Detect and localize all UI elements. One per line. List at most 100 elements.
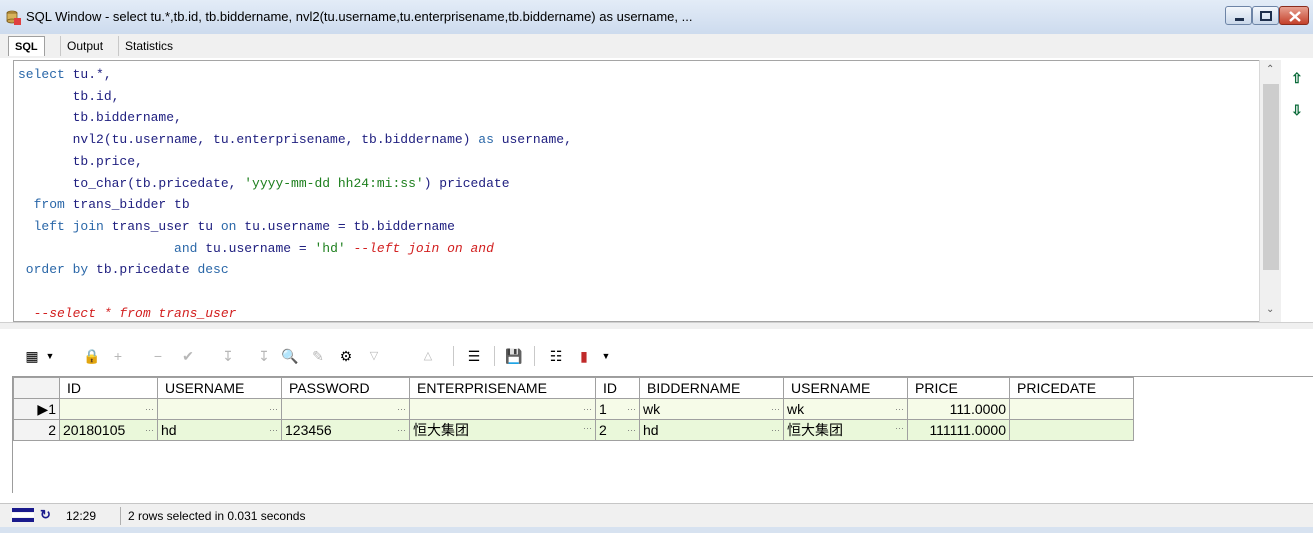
- results-toolbar: ▦ ▼ 🔒 + − ✔ ↧ ↧ 🔍 ✎ ⚙ ▽ △ ☰ 💾 ☷ ▮ ▼: [0, 338, 1313, 374]
- column-header[interactable]: PRICE: [907, 377, 1010, 399]
- column-header[interactable]: ID: [59, 377, 158, 399]
- tab-output[interactable]: Output: [60, 36, 109, 56]
- table-cell[interactable]: 123456 ···: [281, 419, 410, 441]
- column-header[interactable]: PRICEDATE: [1009, 377, 1134, 399]
- column-header[interactable]: ENTERPRISENAME: [409, 377, 596, 399]
- table-cell[interactable]: [1009, 398, 1134, 420]
- code-token: order by: [18, 262, 89, 278]
- close-button[interactable]: [1279, 6, 1309, 25]
- sql-window-icon: [6, 10, 21, 25]
- table-cell[interactable]: 111.0000: [907, 398, 1010, 420]
- minimize-icon: [1235, 18, 1244, 21]
- tab-statistics[interactable]: Statistics: [118, 36, 179, 56]
- code-line: tb.id,: [18, 88, 120, 104]
- editor-side-panel: ⇧ ⇩: [1283, 60, 1313, 322]
- code-line: tb.price,: [18, 153, 143, 169]
- toolbar-separator: [453, 346, 454, 366]
- clear-icon[interactable]: ✎: [308, 346, 328, 366]
- table-cell[interactable]: [1009, 419, 1134, 441]
- post-changes-icon[interactable]: ✔: [178, 346, 198, 366]
- column-header[interactable]: PASSWORD: [281, 377, 410, 399]
- editor-scrollbar[interactable]: ⌃ ⌄: [1259, 60, 1281, 322]
- status-message: 2 rows selected in 0.031 seconds: [128, 509, 306, 523]
- maximize-icon: [1260, 11, 1272, 21]
- tab-strip: SQL Output Statistics: [0, 34, 1313, 58]
- scroll-up-icon[interactable]: ⌃: [1266, 64, 1274, 75]
- code-token: trans_user tu: [103, 218, 221, 234]
- code-token: left join: [18, 218, 104, 234]
- code-token: username,: [493, 132, 572, 148]
- delete-record-icon[interactable]: −: [148, 346, 168, 366]
- table-cell[interactable]: 2 ···: [595, 419, 640, 441]
- filter-down-icon[interactable]: ↧: [218, 346, 238, 366]
- scroll-down-icon[interactable]: ⌄: [1266, 304, 1274, 315]
- connection-flag-icon: [12, 508, 34, 522]
- code-token: from: [18, 197, 65, 213]
- table-row[interactable]: 2 20180105 ··· hd ··· 123456 ··· 恒大集团 ··· 2 ·…: [13, 419, 1134, 441]
- code-token: select: [18, 67, 65, 82]
- last-page-icon[interactable]: △: [418, 346, 438, 366]
- table-cell[interactable]: hd ···: [157, 419, 282, 441]
- table-cell[interactable]: ···: [59, 398, 158, 420]
- query-by-example-icon[interactable]: ⚙: [336, 346, 356, 366]
- code-token: --left join on and: [345, 240, 494, 256]
- row-number[interactable]: ▶1: [13, 398, 60, 420]
- code-token: tu.username = tb.biddername: [236, 218, 455, 234]
- dropdown-arrow-icon[interactable]: ▼: [596, 346, 616, 366]
- column-header[interactable]: BIDDERNAME: [639, 377, 784, 399]
- sql-editor[interactable]: select tu.*, tb.id, tb.biddername, nvl2(…: [13, 60, 1281, 322]
- column-header[interactable]: ID: [595, 377, 640, 399]
- table-cell[interactable]: hd ···: [639, 419, 784, 441]
- table-cell[interactable]: ···: [157, 398, 282, 420]
- move-up-arrow-icon[interactable]: ⇧: [1291, 70, 1303, 87]
- tab-sql[interactable]: SQL: [8, 36, 45, 56]
- code-token: tu.*,: [64, 67, 112, 82]
- table-cell[interactable]: 1 ···: [595, 398, 640, 420]
- splitter[interactable]: [0, 322, 1313, 329]
- table-cell[interactable]: 恒大集团 ···: [783, 419, 908, 441]
- find-icon[interactable]: 🔍: [280, 346, 300, 366]
- grid-view-icon[interactable]: ▦: [22, 346, 42, 366]
- title-bar: SQL Window - select tu.*,tb.id, tb.bidde…: [0, 0, 1313, 35]
- column-header[interactable]: USERNAME: [783, 377, 908, 399]
- table-cell[interactable]: ···: [281, 398, 410, 420]
- table-cell[interactable]: 111111.0000: [907, 419, 1010, 441]
- dropdown-arrow-icon[interactable]: ▼: [40, 346, 60, 366]
- results-table: ID USERNAME PASSWORD ENTERPRISENAME ID B…: [13, 377, 1134, 441]
- status-bar: ↻ 12:29 2 rows selected in 0.031 seconds: [0, 503, 1313, 528]
- table-cell[interactable]: ···: [409, 398, 596, 420]
- filter-all-icon[interactable]: ↧: [254, 346, 274, 366]
- export-icon[interactable]: ☰: [464, 346, 484, 366]
- chart-icon[interactable]: ▮: [574, 346, 594, 366]
- close-icon: [1289, 11, 1301, 22]
- results-grid[interactable]: ID USERNAME PASSWORD ENTERPRISENAME ID B…: [12, 376, 1313, 493]
- code-token: desc: [197, 262, 229, 278]
- maximize-button[interactable]: [1252, 6, 1279, 25]
- refresh-icon[interactable]: ↻: [40, 507, 51, 523]
- row-number[interactable]: 2: [13, 419, 60, 441]
- sql-code[interactable]: select tu.*, tb.id, tb.biddername, nvl2(…: [18, 64, 572, 321]
- database-icon[interactable]: ☷: [546, 346, 566, 366]
- table-row[interactable]: ▶1 ··· ··· ··· ··· 1 ··· wk ··· wk ··· 111.…: [13, 398, 1134, 420]
- table-cell[interactable]: wk ···: [783, 398, 908, 420]
- toolbar-separator: [494, 346, 495, 366]
- minimize-button[interactable]: [1225, 6, 1252, 25]
- table-cell[interactable]: wk ···: [639, 398, 784, 420]
- table-cell[interactable]: 20180105 ···: [59, 419, 158, 441]
- code-token: on: [220, 218, 237, 234]
- save-icon[interactable]: 💾: [504, 346, 524, 366]
- move-down-arrow-icon[interactable]: ⇩: [1291, 102, 1303, 119]
- column-header[interactable]: USERNAME: [157, 377, 282, 399]
- code-line: --select * from trans_user: [18, 305, 237, 321]
- add-record-icon[interactable]: +: [108, 346, 128, 366]
- toolbar-separator: [534, 346, 535, 366]
- lock-icon[interactable]: 🔒: [82, 346, 102, 366]
- table-cell[interactable]: 恒大集团 ···: [409, 419, 596, 441]
- scroll-thumb[interactable]: [1263, 84, 1279, 270]
- code-token: ) pricedate: [423, 175, 510, 191]
- window-bottom-edge: [0, 527, 1313, 533]
- status-time: 12:29: [66, 509, 97, 523]
- code-token: tu.username =: [197, 240, 315, 256]
- next-page-icon[interactable]: ▽: [364, 346, 384, 366]
- code-token: and: [18, 240, 198, 256]
